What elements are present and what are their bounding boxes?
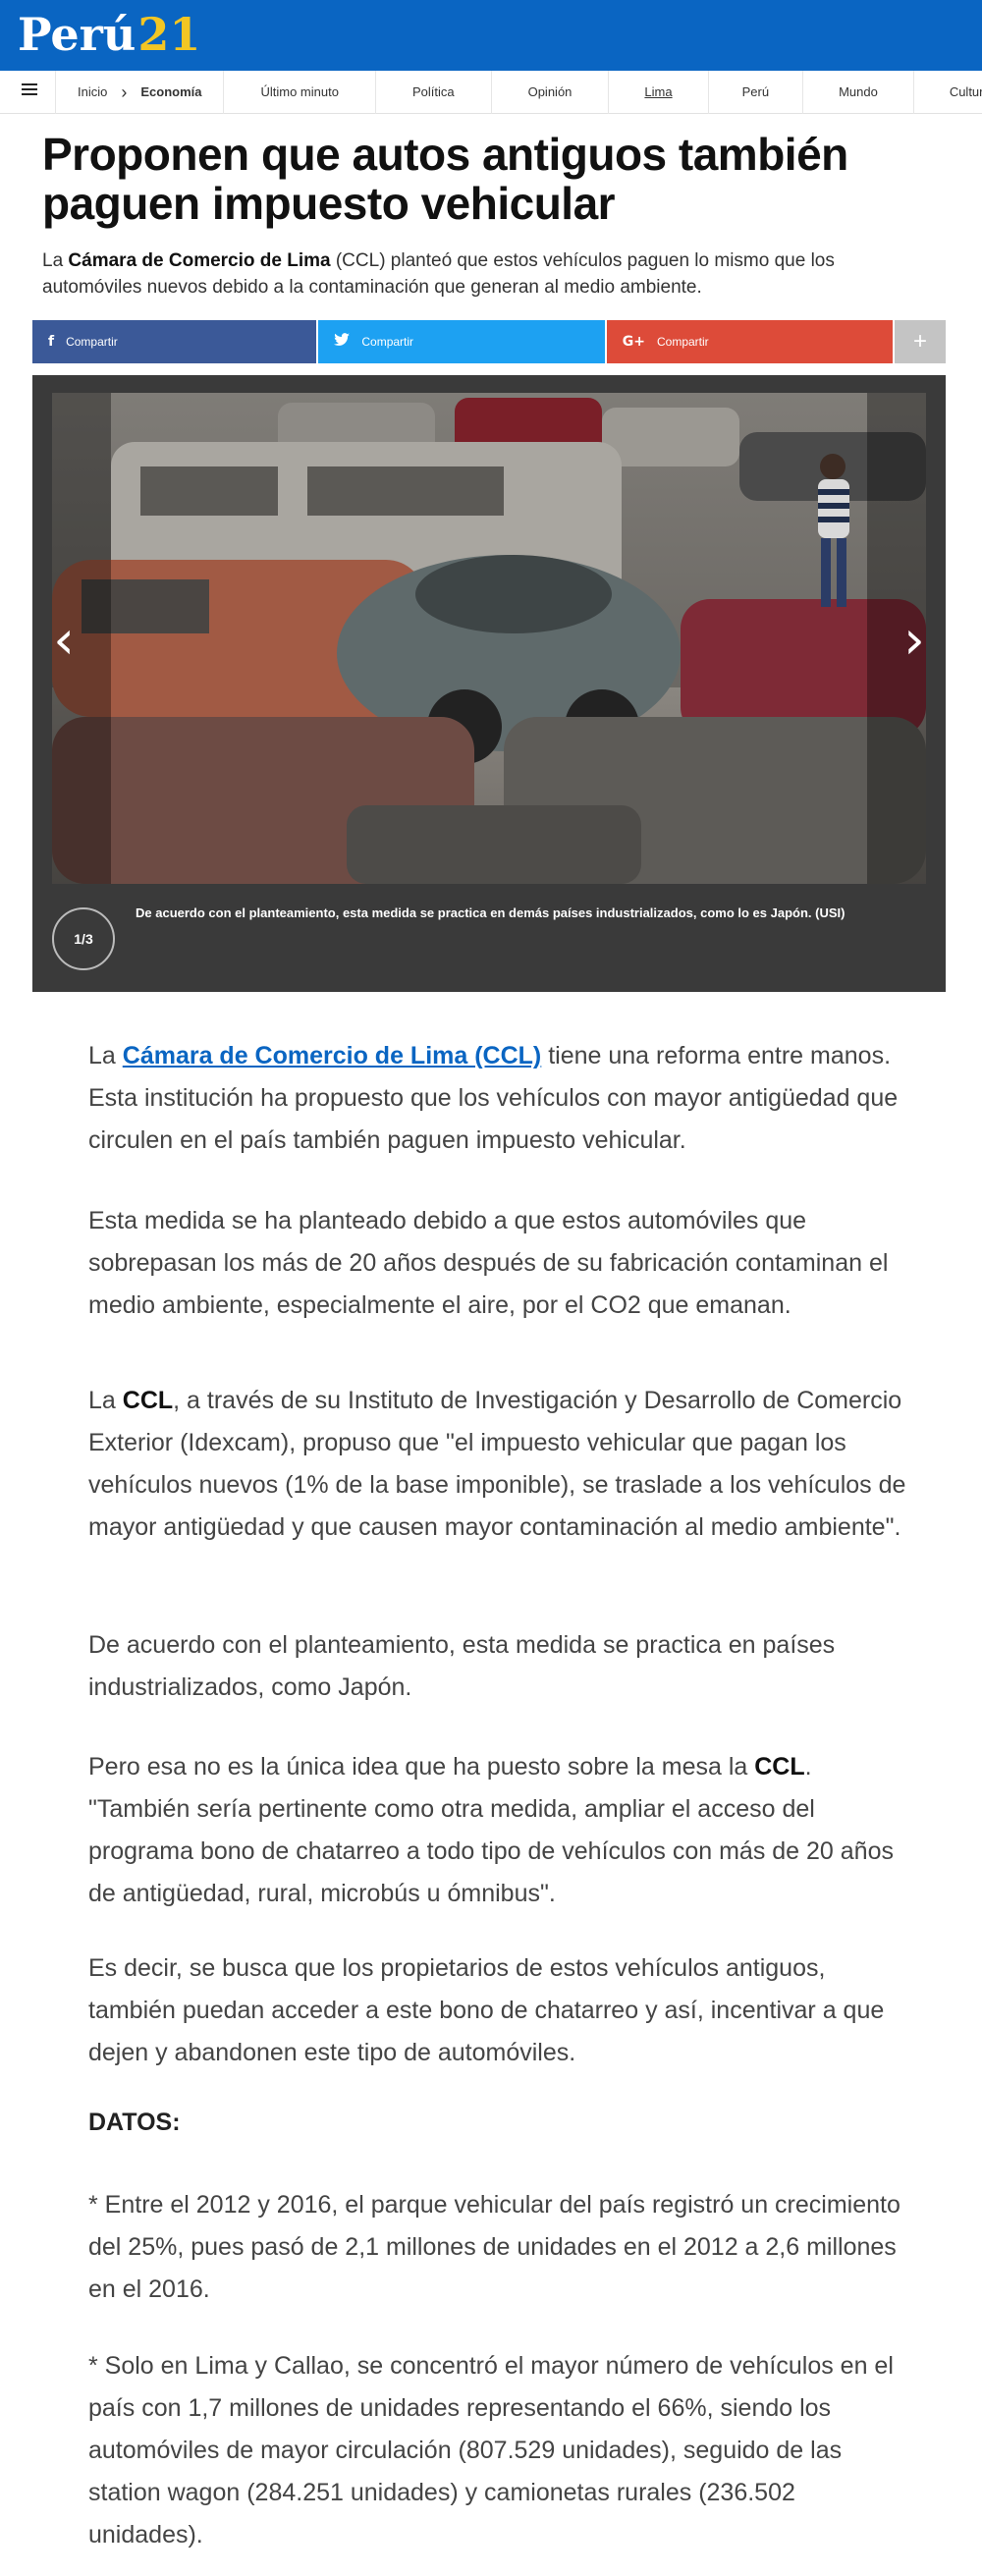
paragraph-1: La Cámara de Comercio de Lima (CCL) tien… [88, 1035, 913, 1162]
p5-bold: CCL [754, 1753, 805, 1781]
nav-item-mundo[interactable]: Mundo [803, 71, 914, 114]
chevron-right-icon[interactable]: › [895, 611, 934, 670]
twitter-share-button[interactable]: Compartir [318, 320, 605, 363]
twitter-icon [334, 333, 351, 351]
logo-number: 21 [137, 8, 201, 61]
site-header: Perú 21 [0, 0, 982, 71]
nav-item-lima[interactable]: Lima [609, 71, 709, 114]
p3-text-rest: , a través de su Instituto de Investigac… [88, 1387, 906, 1541]
p1-text: La [88, 1042, 123, 1069]
article-title: Proponen que autos antiguos también pagu… [42, 129, 848, 229]
google-plus-icon: G+ [622, 334, 645, 350]
p5-text: Pero esa no es la única idea que ha pues… [88, 1753, 755, 1781]
summary-text: La [42, 250, 69, 271]
ccl-link[interactable]: Cámara de Comercio de Lima (CCL) [123, 1042, 542, 1069]
p3-bold: CCL [122, 1387, 174, 1414]
logo-word: Perú [18, 8, 136, 61]
section-nav: Inicio › Economía Último minuto Política… [0, 71, 982, 114]
article-summary: La Cámara de Comercio de Lima (CCL) plan… [42, 247, 906, 301]
paragraph-3: La CCL, a través de su Instituto de Inve… [88, 1380, 913, 1549]
nav-items: Inicio › Economía Último minuto Política… [55, 71, 982, 114]
datos-heading: DATOS: [88, 2109, 181, 2136]
share-bar: f Compartir Compartir G+ Compartir + [32, 320, 946, 363]
photo-gallery: ‹ › 1/3 De acuerdo con el planteamiento,… [32, 375, 946, 992]
facebook-icon: f [48, 334, 55, 350]
chevron-left-icon[interactable]: ‹ [44, 611, 83, 670]
paragraph-4: De acuerdo con el planteamiento, esta me… [88, 1631, 836, 1701]
google-plus-share-button[interactable]: G+ Compartir [606, 320, 894, 363]
datos-item-2: * Solo en Lima y Callao, se concentró el… [88, 2352, 894, 2549]
nav-item-opinion[interactable]: Opinión [492, 71, 610, 114]
gallery-photo [52, 393, 926, 884]
datos-item-1: * Entre el 2012 y 2016, el parque vehicu… [88, 2191, 900, 2303]
breadcrumb-section[interactable]: Economía [140, 71, 225, 114]
paragraph-6: Es decir, se busca que los propietarios … [88, 1954, 885, 2066]
more-share-button[interactable]: + [895, 320, 946, 363]
nav-item-ultimo-minuto[interactable]: Último minuto [224, 71, 376, 114]
hamburger-menu-icon[interactable] [22, 81, 37, 102]
p3-text: La [88, 1387, 123, 1414]
gallery-counter: 1/3 [52, 907, 115, 970]
google-share-label: Compartir [656, 335, 709, 349]
nav-item-cultura[interactable]: Cultura [914, 71, 982, 114]
gallery-caption: De acuerdo con el planteamiento, esta me… [136, 905, 846, 920]
nav-item-politica[interactable]: Política [376, 71, 492, 114]
twitter-share-label: Compartir [361, 335, 414, 349]
nav-item-peru[interactable]: Perú [709, 71, 804, 114]
chevron-right-icon: › [121, 82, 128, 102]
site-logo[interactable]: Perú 21 [18, 6, 200, 63]
paragraph-2: Esta medida se ha planteado debido a que… [88, 1207, 889, 1319]
breadcrumb-home[interactable]: Inicio [55, 71, 107, 114]
facebook-share-label: Compartir [66, 335, 118, 349]
paragraph-5: Pero esa no es la única idea que ha pues… [88, 1746, 913, 1915]
facebook-share-button[interactable]: f Compartir [32, 320, 317, 363]
summary-bold: Cámara de Comercio de Lima [68, 250, 331, 271]
